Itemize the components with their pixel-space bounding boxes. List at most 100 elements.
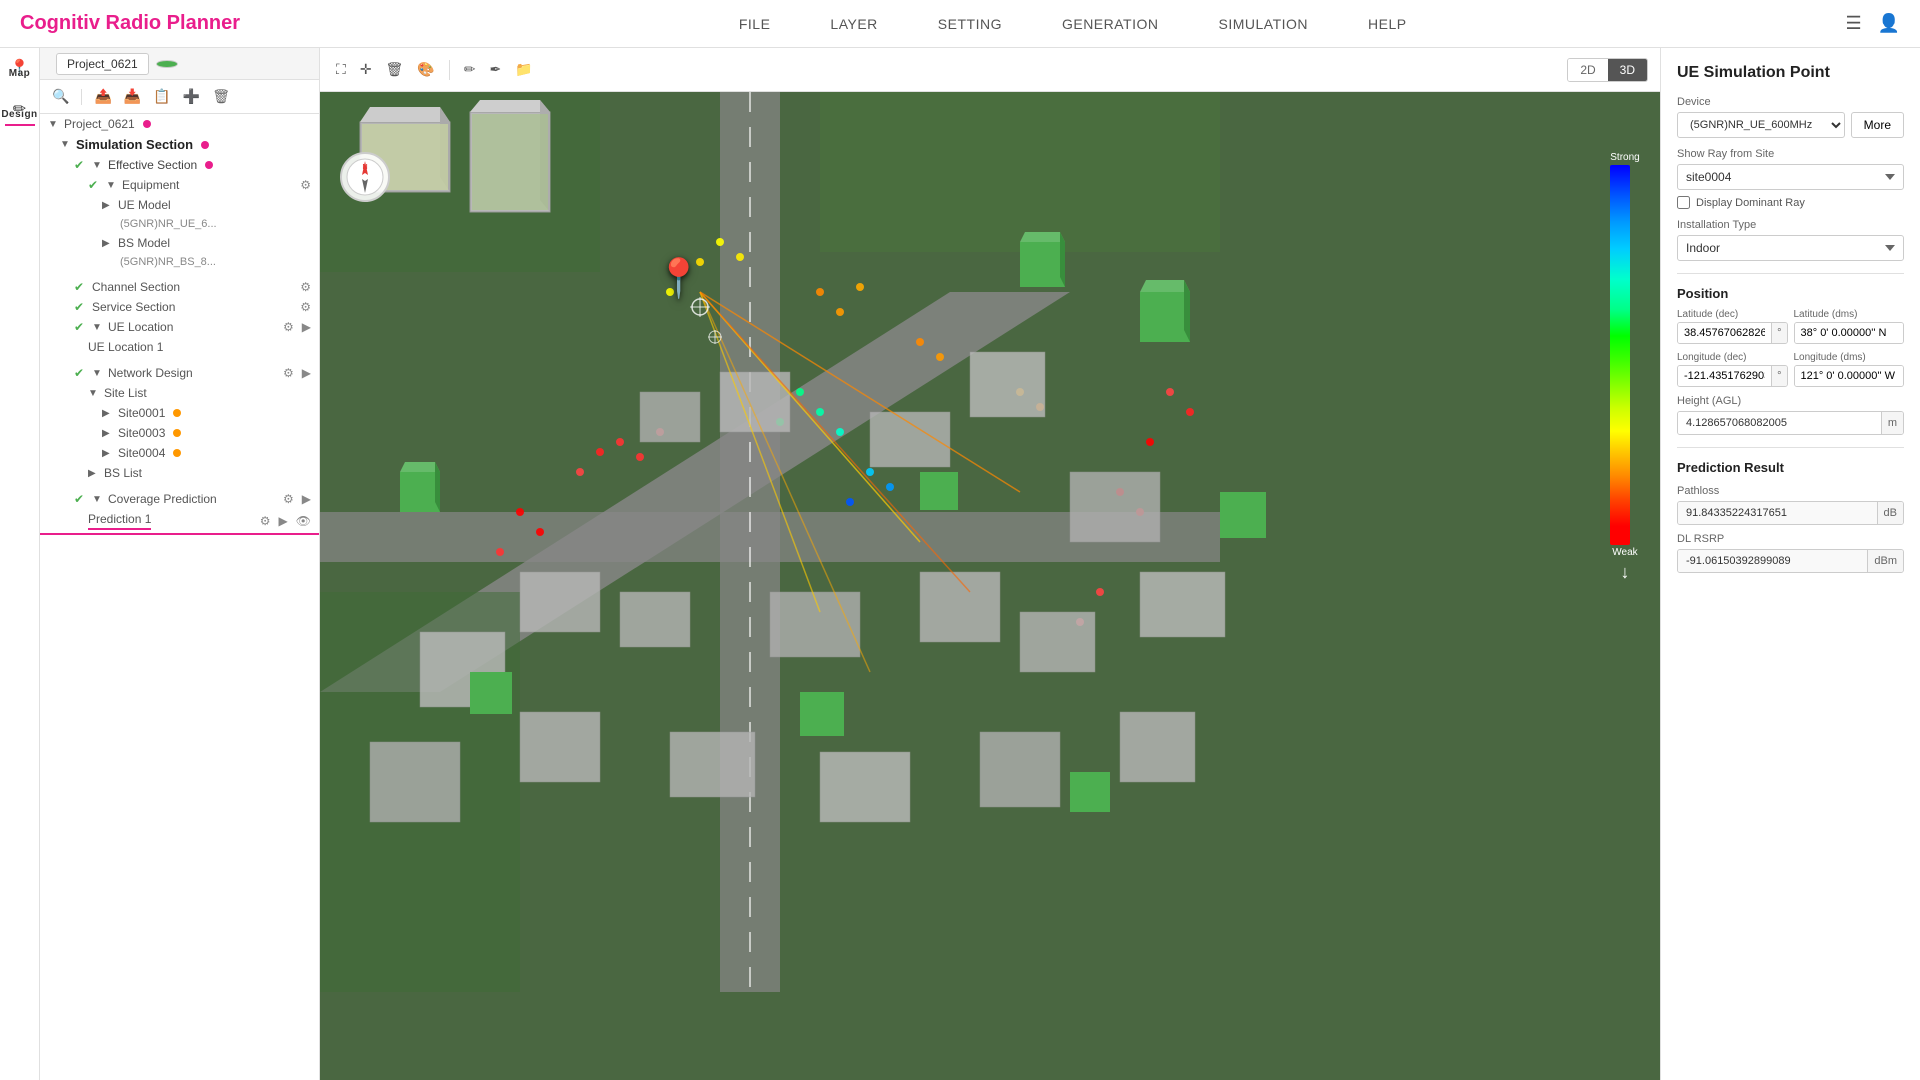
dl-rsrp-input-group: dBm bbox=[1677, 549, 1904, 573]
expand-ue-model-arrow: ▶ bbox=[102, 200, 114, 211]
map-2d-btn[interactable]: 2D bbox=[1568, 59, 1607, 81]
lon-dms-input[interactable] bbox=[1795, 366, 1904, 386]
delete-icon[interactable]: 🗑 bbox=[210, 86, 232, 107]
fullscreen-icon[interactable]: ⛶ bbox=[332, 57, 350, 82]
nav-simulation[interactable]: SIMULATION bbox=[1219, 16, 1309, 32]
more-button[interactable]: More bbox=[1851, 112, 1904, 138]
path-icon[interactable]: ✒ bbox=[486, 57, 506, 82]
bs-list-item[interactable]: ▶ BS List bbox=[40, 463, 319, 483]
pathloss-label: Pathloss bbox=[1677, 485, 1904, 497]
brand-prefix: Cognitiv bbox=[20, 12, 100, 34]
user-icon[interactable]: 👤 bbox=[1878, 13, 1900, 34]
site0004-item[interactable]: ▶ Site0004 bbox=[40, 443, 319, 463]
dl-rsrp-unit: dBm bbox=[1867, 550, 1903, 572]
coverage-gear-icon[interactable]: ⚙ bbox=[283, 492, 294, 506]
prediction-1-item[interactable]: Prediction 1 ⚙ ▶ 👁 bbox=[40, 509, 319, 535]
network-design-gear-icon[interactable]: ⚙ bbox=[283, 366, 294, 380]
polygon-icon[interactable]: ✏ bbox=[460, 57, 480, 82]
design-nav-item[interactable]: ✏ Design bbox=[1, 99, 37, 126]
lat-dec-input-group: ° bbox=[1677, 322, 1788, 344]
service-section-item[interactable]: ✔ Service Section ⚙ bbox=[40, 297, 319, 317]
latitude-grid: Latitude (dec) ° Latitude (dms) bbox=[1677, 309, 1904, 344]
nav-file[interactable]: FILE bbox=[739, 16, 771, 32]
site0001-item[interactable]: ▶ Site0001 bbox=[40, 403, 319, 423]
hamburger-icon[interactable]: ☰ bbox=[1845, 13, 1861, 34]
lat-dec-input[interactable] bbox=[1678, 323, 1771, 343]
nav-help[interactable]: HELP bbox=[1368, 16, 1407, 32]
bs-model-value-item: (5GNR)NR_BS_8... bbox=[40, 253, 319, 271]
prediction-1-gear-icon[interactable]: ⚙ bbox=[260, 514, 271, 528]
folder-icon[interactable]: 📁 bbox=[511, 57, 536, 82]
channel-gear-icon[interactable]: ⚙ bbox=[300, 280, 311, 294]
project-root-item[interactable]: ▼ Project_0621 bbox=[40, 114, 319, 134]
add-icon[interactable]: ➕ bbox=[181, 86, 202, 107]
import-icon[interactable]: 📥 bbox=[122, 86, 143, 107]
lat-dms-label: Latitude (dms) bbox=[1794, 309, 1905, 320]
ue-location-1-item[interactable]: UE Location 1 bbox=[40, 337, 319, 357]
brand-name: Radio Planner bbox=[100, 12, 240, 34]
installation-type-select[interactable]: Indoor bbox=[1677, 235, 1904, 261]
map-canvas[interactable]: N 📍 Strong Weak ↓ bbox=[320, 92, 1660, 1080]
effective-section-item[interactable]: ✔ ▼ Effective Section bbox=[40, 155, 319, 175]
sidebar-toolbar: 🔍 📤 📥 📋 ➕ 🗑 bbox=[40, 80, 319, 114]
svg-text:N: N bbox=[362, 164, 367, 171]
expand-bs-list-arrow: ▶ bbox=[88, 468, 100, 479]
equipment-gear-icon[interactable]: ⚙ bbox=[300, 178, 311, 192]
height-agl-input[interactable] bbox=[1678, 412, 1881, 434]
site0001-label: Site0001 bbox=[118, 406, 165, 420]
paint-icon[interactable]: 🎨 bbox=[413, 57, 438, 82]
left-sidebar: Project_0621 🔍 📤 📥 📋 ➕ 🗑 ▼ Project_0621 … bbox=[40, 48, 320, 1080]
coverage-play-icon[interactable]: ▶ bbox=[302, 492, 311, 506]
prediction-1-play-icon[interactable]: ▶ bbox=[279, 514, 288, 528]
network-design-item[interactable]: ✔ ▼ Network Design ⚙ ▶ bbox=[40, 363, 319, 383]
left-nav-icons: 📍 Map ✏ Design bbox=[0, 48, 40, 1080]
bs-model-item[interactable]: ▶ BS Model bbox=[40, 233, 319, 253]
lat-dms-input[interactable] bbox=[1795, 323, 1904, 343]
site0003-item[interactable]: ▶ Site0003 bbox=[40, 423, 319, 443]
pathloss-input[interactable] bbox=[1678, 502, 1877, 524]
channel-section-item[interactable]: ✔ Channel Section ⚙ bbox=[40, 277, 319, 297]
export-icon[interactable]: 📤 bbox=[92, 86, 113, 107]
site-list-item[interactable]: ▼ Site List bbox=[40, 383, 319, 403]
service-gear-icon[interactable]: ⚙ bbox=[300, 300, 311, 314]
dl-rsrp-input[interactable] bbox=[1678, 550, 1867, 572]
layers-icon[interactable]: 📋 bbox=[151, 86, 172, 107]
ue-location-play-icon[interactable]: ▶ bbox=[302, 320, 311, 334]
equipment-label: Equipment bbox=[122, 178, 179, 192]
nav-generation[interactable]: GENERATION bbox=[1062, 16, 1159, 32]
project-name[interactable]: Project_0621 bbox=[56, 53, 149, 75]
installation-type-label: Installation Type bbox=[1677, 219, 1904, 231]
device-select[interactable]: (5GNR)NR_UE_600MHz bbox=[1677, 112, 1845, 138]
delete-map-icon[interactable]: 🗑 bbox=[382, 57, 408, 82]
search-icon[interactable]: 🔍 bbox=[50, 86, 71, 107]
signal-strong-label: Strong bbox=[1610, 152, 1640, 163]
prediction-1-eye-icon[interactable]: 👁 bbox=[296, 514, 311, 528]
bs-list-label: BS List bbox=[104, 466, 142, 480]
ue-location-item[interactable]: ✔ ▼ UE Location ⚙ ▶ bbox=[40, 317, 319, 337]
move-icon[interactable]: ✛ bbox=[356, 57, 376, 82]
map-container: ⛶ ✛ 🗑 🎨 ✏ ✒ 📁 2D 3D bbox=[320, 48, 1660, 1080]
ue-model-label: UE Model bbox=[118, 198, 171, 212]
position-section-title: Position bbox=[1677, 286, 1904, 301]
height-agl-input-group: m bbox=[1677, 411, 1904, 435]
coverage-prediction-item[interactable]: ✔ ▼ Coverage Prediction ⚙ ▶ bbox=[40, 489, 319, 509]
equipment-item[interactable]: ✔ ▼ Equipment ⚙ bbox=[40, 175, 319, 195]
map-nav-item[interactable]: 📍 Map bbox=[9, 58, 31, 79]
ue-model-value-label: (5GNR)NR_UE_6... bbox=[120, 218, 217, 230]
ue-model-item[interactable]: ▶ UE Model bbox=[40, 195, 319, 215]
map-3d-btn[interactable]: 3D bbox=[1608, 59, 1647, 81]
lon-dec-group: Longitude (dec) ° bbox=[1677, 352, 1788, 387]
lon-dec-input[interactable] bbox=[1678, 366, 1771, 386]
site-select[interactable]: site0004 bbox=[1677, 164, 1904, 190]
display-dominant-ray-checkbox[interactable] bbox=[1677, 196, 1690, 209]
ue-location-gear-icon[interactable]: ⚙ bbox=[283, 320, 294, 334]
nav-setting[interactable]: SETTING bbox=[938, 16, 1002, 32]
nav-right-icons: ☰ 👤 bbox=[1845, 13, 1900, 34]
expand-site0003-arrow: ▶ bbox=[102, 428, 114, 439]
expand-equipment-arrow: ▼ bbox=[106, 180, 118, 191]
simulation-section-item[interactable]: ▼ Simulation Section bbox=[40, 134, 319, 155]
site0003-status-dot bbox=[173, 429, 181, 437]
network-design-play-icon[interactable]: ▶ bbox=[302, 366, 311, 380]
expand-bs-model-arrow: ▶ bbox=[102, 238, 114, 249]
nav-layer[interactable]: LAYER bbox=[830, 16, 877, 32]
